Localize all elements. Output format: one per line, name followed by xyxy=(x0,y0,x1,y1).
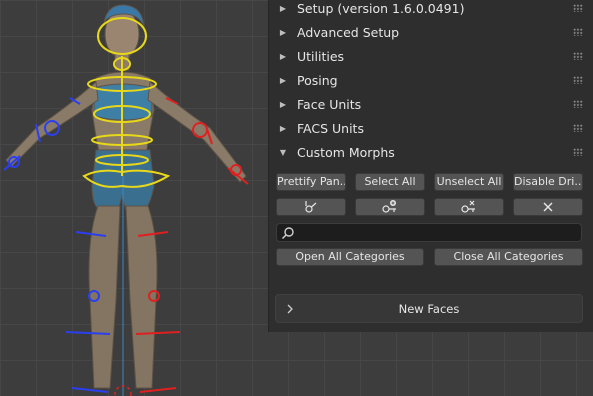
panel-header-custom-morphs[interactable]: ▼ Custom Morphs xyxy=(269,140,593,164)
panel-header-utilities[interactable]: ▶ Utilities xyxy=(269,44,593,68)
collapsed-triangle-icon: ▶ xyxy=(279,99,287,109)
panel-header-label: Setup (version 1.6.0.0491) xyxy=(297,0,465,16)
remove-key-button[interactable] xyxy=(434,198,504,216)
collapsed-triangle-icon: ▶ xyxy=(279,123,287,133)
subpanel-new-faces[interactable]: New Faces xyxy=(275,294,583,323)
panel-header-label: Custom Morphs xyxy=(297,144,395,160)
close-button[interactable] xyxy=(513,198,583,216)
expanded-triangle-icon: ▼ xyxy=(279,147,287,157)
drag-grip-icon[interactable] xyxy=(573,28,583,36)
search-icon xyxy=(281,227,294,240)
unselect-all-button[interactable]: Unselect All xyxy=(434,173,504,191)
add-key-button[interactable] xyxy=(355,198,425,216)
disable-drivers-button[interactable]: Disable Dri... xyxy=(513,173,583,191)
panel-header-setup[interactable]: ▶ Setup (version 1.6.0.0491) xyxy=(269,0,593,20)
panel-header-label: Posing xyxy=(297,72,338,88)
drag-grip-icon[interactable] xyxy=(573,100,583,108)
prettify-panels-button[interactable]: Prettify Pan... xyxy=(276,173,346,191)
drag-grip-icon[interactable] xyxy=(573,52,583,60)
panel-header-label: Face Units xyxy=(297,96,362,112)
subpanel-title: New Faces xyxy=(398,302,460,316)
panel-header-label: Advanced Setup xyxy=(297,24,400,40)
close-icon xyxy=(543,202,553,212)
collapsed-triangle-icon: ▶ xyxy=(279,27,287,37)
remove-key-icon xyxy=(461,200,475,213)
panel-header-facs-units[interactable]: ▶ FACS Units xyxy=(269,116,593,140)
panel-header-posing[interactable]: ▶ Posing xyxy=(269,68,593,92)
drag-grip-icon[interactable] xyxy=(573,76,583,84)
add-driver-button[interactable] xyxy=(276,198,346,216)
select-all-button[interactable]: Select All xyxy=(355,173,425,191)
panel-header-face-units[interactable]: ▶ Face Units xyxy=(269,92,593,116)
add-key-icon xyxy=(382,200,396,213)
character-body xyxy=(5,4,247,389)
drag-grip-icon[interactable] xyxy=(573,4,583,12)
panel-header-advanced-setup[interactable]: ▶ Advanced Setup xyxy=(269,20,593,44)
drag-grip-icon[interactable] xyxy=(573,148,583,156)
close-all-categories-button[interactable]: Close All Categories xyxy=(434,248,583,266)
collapsed-triangle-icon: ▶ xyxy=(279,75,287,85)
open-all-categories-button[interactable]: Open All Categories xyxy=(276,248,424,266)
drag-grip-icon[interactable] xyxy=(573,124,583,132)
sidebar-panel: ▶ Setup (version 1.6.0.0491) ▶ Advanced … xyxy=(268,0,593,332)
panel-header-label: FACS Units xyxy=(297,120,364,136)
panel-header-label: Utilities xyxy=(297,48,345,64)
collapsed-triangle-icon: ▶ xyxy=(279,51,287,61)
add-driver-icon xyxy=(305,201,317,213)
search-field[interactable] xyxy=(276,223,582,242)
search-input[interactable] xyxy=(299,225,579,242)
collapsed-triangle-icon: ▶ xyxy=(279,3,287,13)
